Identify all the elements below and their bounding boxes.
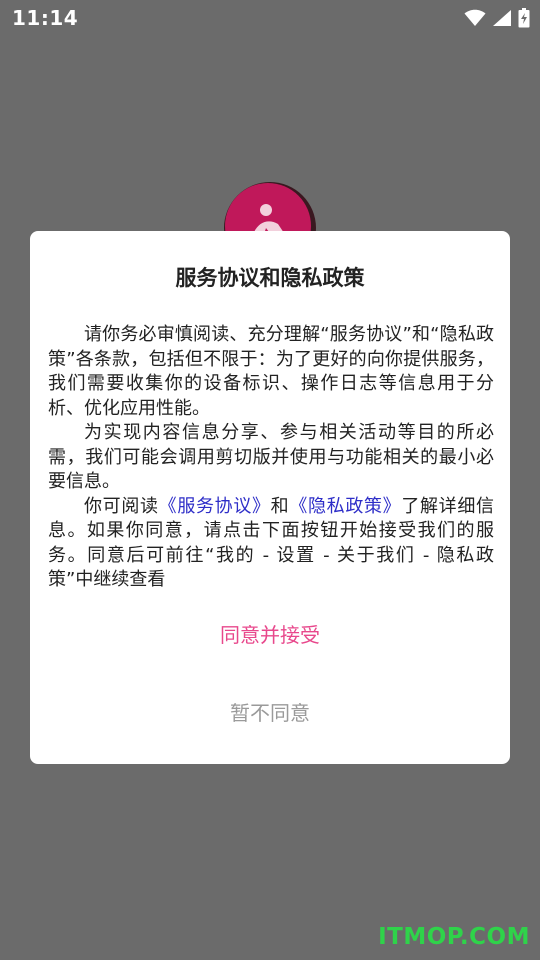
paragraph-1: 请你务必审慎阅读、充分理解“服务协议”和“隐私政策”各条款，包括但不限于：为了更… (48, 324, 494, 419)
paragraph-3-text-and: 和 (270, 495, 290, 517)
paragraph-2: 为实现内容信息分享、参与相关活动等目的所必需，我们可能会调用剪切版并使用与功能相… (48, 422, 494, 492)
status-time: 11:14 (12, 6, 79, 30)
wifi-icon (464, 9, 486, 27)
service-agreement-link[interactable]: 《服务协议》 (159, 496, 271, 517)
watermark: ITMOP.COM (378, 924, 530, 950)
paragraph-3: 你可阅读《服务协议》和《隐私政策》了解详细信息。如果你同意，请点击下面按钮开始接… (48, 495, 494, 593)
paragraph-3-text-start: 你可阅读 (84, 495, 159, 517)
decline-button[interactable]: 暂不同意 (30, 695, 510, 731)
privacy-dialog: 服务协议和隐私政策 请你务必审慎阅读、充分理解“服务协议”和“隐私政策”各条款，… (30, 231, 510, 764)
accept-button[interactable]: 同意并接受 (30, 617, 510, 653)
dialog-body: 请你务必审慎阅读、充分理解“服务协议”和“隐私政策”各条款，包括但不限于：为了更… (48, 323, 494, 593)
privacy-policy-link[interactable]: 《隐私政策》 (289, 496, 401, 517)
signal-icon (492, 9, 512, 27)
status-bar: 11:14 (0, 0, 540, 36)
dialog-title: 服务协议和隐私政策 (175, 266, 365, 290)
battery-charging-icon (518, 8, 530, 28)
status-icons (464, 6, 530, 30)
